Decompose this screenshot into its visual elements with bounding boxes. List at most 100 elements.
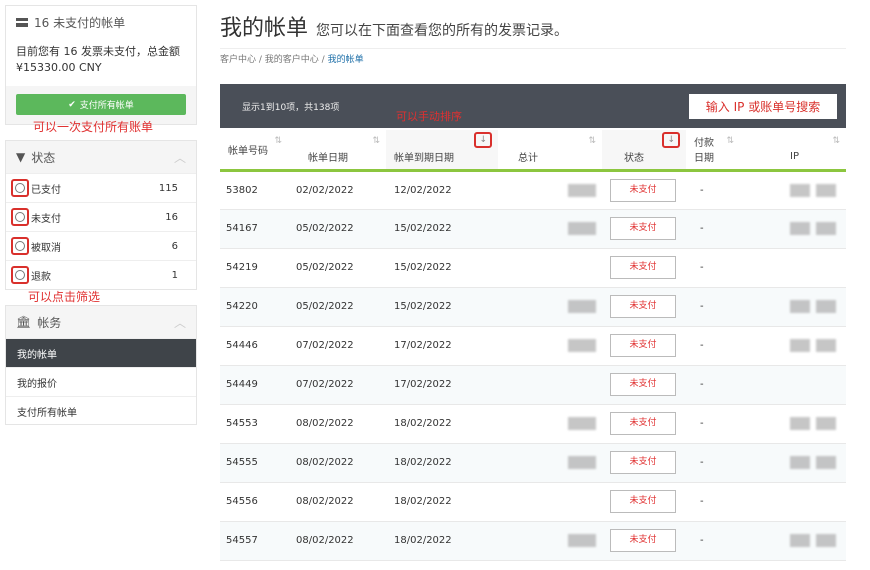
ip-redacted [740, 209, 846, 249]
table-row[interactable]: 54220 05/02/2022 15/02/2022 未支付 - [220, 287, 846, 327]
ip-redacted [740, 443, 846, 483]
due-date: 18/02/2022 [386, 404, 498, 444]
paid-date: - [686, 287, 740, 327]
table-row[interactable]: 54557 08/02/2022 18/02/2022 未支付 - [220, 521, 846, 561]
nav-pay-all[interactable]: 支付所有帐单 [6, 396, 196, 425]
col-total[interactable]: 总计 ⇅ [498, 130, 602, 172]
col-invoice-date[interactable]: 帐单日期 ⇅ [288, 130, 386, 172]
col-label: 帐单到期日期 [394, 152, 454, 164]
filter-count: 115 [158, 182, 178, 194]
invoice-date: 05/02/2022 [288, 287, 386, 327]
invoice-date: 02/02/2022 [288, 170, 386, 210]
table-row[interactable]: 54167 05/02/2022 15/02/2022 未支付 - [220, 209, 846, 249]
invoice-id[interactable]: 54167 [220, 209, 288, 249]
invoice-id[interactable]: 54555 [220, 443, 288, 483]
col-due-date[interactable]: 帐单到期日期 ↓ [386, 130, 498, 172]
filter-item[interactable]: 退款 1 [6, 260, 196, 289]
credit-card-icon [16, 17, 28, 27]
status-badge[interactable]: 未支付 [610, 373, 676, 396]
ip-redacted [740, 326, 846, 366]
total-redacted [498, 248, 602, 288]
nav-my-invoices[interactable]: 我的帐单 [6, 338, 196, 367]
nav-my-quotes[interactable]: 我的报价 [6, 367, 196, 396]
total-redacted [498, 404, 602, 444]
status-badge[interactable]: 未支付 [610, 256, 676, 279]
invoice-id[interactable]: 54557 [220, 521, 288, 561]
search-input[interactable]: 输入 IP 或账单号搜索 [689, 94, 837, 119]
breadcrumb-item[interactable]: 客户中心 [220, 55, 256, 65]
filter-count: 6 [171, 240, 178, 252]
status-badge[interactable]: 未支付 [610, 217, 676, 240]
paid-date: - [686, 170, 740, 210]
invoice-table: 帐单号码 ⇅ 帐单日期 ⇅ 帐单到期日期 ↓ 总计 ⇅ 状态 ↓ 付款日期 ⇅ IP ⇅ 53… [220, 130, 846, 561]
breadcrumb: 客户中心 / 我的客户中心 / 我的帐单 [220, 55, 364, 65]
invoice-date: 08/02/2022 [288, 482, 386, 522]
col-paid-date[interactable]: 付款日期 ⇅ [686, 130, 740, 172]
table-row[interactable]: 54553 08/02/2022 18/02/2022 未支付 - [220, 404, 846, 444]
ip-redacted [740, 404, 846, 444]
filter-label: 被取消 [31, 242, 61, 254]
radio-icon[interactable] [11, 237, 29, 255]
sort-desc-icon[interactable]: ↓ [474, 132, 492, 148]
filter-item[interactable]: 已支付 115 [6, 173, 196, 202]
status-badge[interactable]: 未支付 [610, 334, 676, 357]
col-label: 状态 [624, 152, 644, 164]
due-date: 15/02/2022 [386, 287, 498, 327]
sort-icon[interactable]: ⇅ [588, 136, 596, 146]
total-redacted [498, 482, 602, 522]
table-row[interactable]: 54449 07/02/2022 17/02/2022 未支付 - [220, 365, 846, 405]
sort-icon[interactable]: ⇅ [832, 136, 840, 146]
radio-icon[interactable] [11, 179, 29, 197]
bank-icon: 🏛 [16, 315, 32, 329]
status-badge[interactable]: 未支付 [610, 295, 676, 318]
filter-count: 16 [165, 211, 178, 223]
chevron-up-icon[interactable]: ︿ [174, 314, 186, 331]
due-date: 18/02/2022 [386, 443, 498, 483]
invoice-id[interactable]: 54553 [220, 404, 288, 444]
filter-item[interactable]: 未支付 16 [6, 202, 196, 231]
filter-item[interactable]: 被取消 6 [6, 231, 196, 260]
sort-desc-icon[interactable]: ↓ [662, 132, 680, 148]
sort-icon[interactable]: ⇅ [274, 136, 282, 146]
radio-icon[interactable] [11, 208, 29, 226]
radio-icon[interactable] [11, 266, 29, 284]
col-invoice-id[interactable]: 帐单号码 ⇅ [220, 130, 288, 172]
table-row[interactable]: 54555 08/02/2022 18/02/2022 未支付 - [220, 443, 846, 483]
invoice-id[interactable]: 54556 [220, 482, 288, 522]
status-filter-panel: ▼ 状态 ︿ 已支付 115 未支付 16 被取消 6 退款 1 [5, 140, 197, 290]
sort-icon[interactable]: ⇅ [372, 136, 380, 146]
total-redacted [498, 326, 602, 366]
ip-redacted [740, 482, 846, 522]
col-status[interactable]: 状态 ↓ [602, 130, 686, 172]
table-row[interactable]: 54219 05/02/2022 15/02/2022 未支付 - [220, 248, 846, 288]
invoice-id[interactable]: 54220 [220, 287, 288, 327]
invoice-id[interactable]: 54449 [220, 365, 288, 405]
invoice-id[interactable]: 54446 [220, 326, 288, 366]
total-redacted [498, 443, 602, 483]
table-row[interactable]: 54446 07/02/2022 17/02/2022 未支付 - [220, 326, 846, 366]
status-badge[interactable]: 未支付 [610, 451, 676, 474]
status-badge[interactable]: 未支付 [610, 490, 676, 513]
col-ip[interactable]: IP ⇅ [740, 130, 846, 172]
status-badge[interactable]: 未支付 [610, 412, 676, 435]
pay-all-button[interactable]: ✔ 支付所有帐单 [16, 94, 186, 115]
invoice-id[interactable]: 53802 [220, 170, 288, 210]
table-row[interactable]: 53802 02/02/2022 12/02/2022 未支付 - [220, 170, 846, 210]
chevron-up-icon[interactable]: ︿ [174, 149, 186, 166]
status-badge[interactable]: 未支付 [610, 529, 676, 552]
sort-icon[interactable]: ⇅ [726, 136, 734, 146]
breadcrumb-item[interactable]: 我的客户中心 [265, 55, 319, 65]
status-badge[interactable]: 未支付 [610, 178, 676, 202]
invoice-date: 05/02/2022 [288, 209, 386, 249]
filter-label: 未支付 [31, 213, 61, 225]
total-redacted [498, 521, 602, 561]
due-date: 17/02/2022 [386, 326, 498, 366]
filter-icon: ▼ [16, 150, 26, 164]
invoice-id[interactable]: 54219 [220, 248, 288, 288]
table-toolbar: 显示1到10项，共138项 输入 IP 或账单号搜索 [220, 84, 846, 128]
filter-label: 退款 [31, 271, 51, 283]
table-row[interactable]: 54556 08/02/2022 18/02/2022 未支付 - [220, 482, 846, 522]
page-title: 我的帐单 [220, 16, 309, 41]
paid-date: - [686, 404, 740, 444]
table-info: 显示1到10项，共138项 [242, 103, 340, 113]
